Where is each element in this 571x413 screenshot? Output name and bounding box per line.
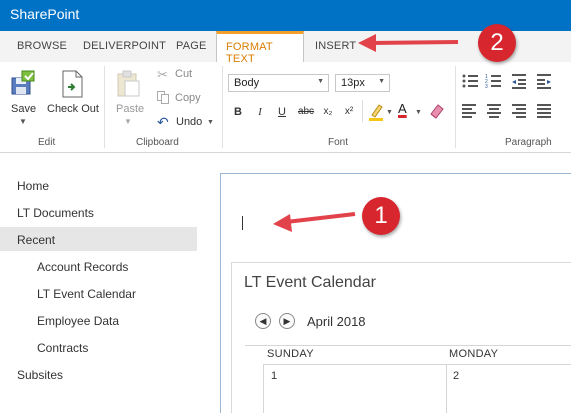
- callout-badge-1: 1: [362, 197, 400, 235]
- callout-arrows: [273, 34, 459, 232]
- callout-badge-2: 2: [478, 24, 516, 62]
